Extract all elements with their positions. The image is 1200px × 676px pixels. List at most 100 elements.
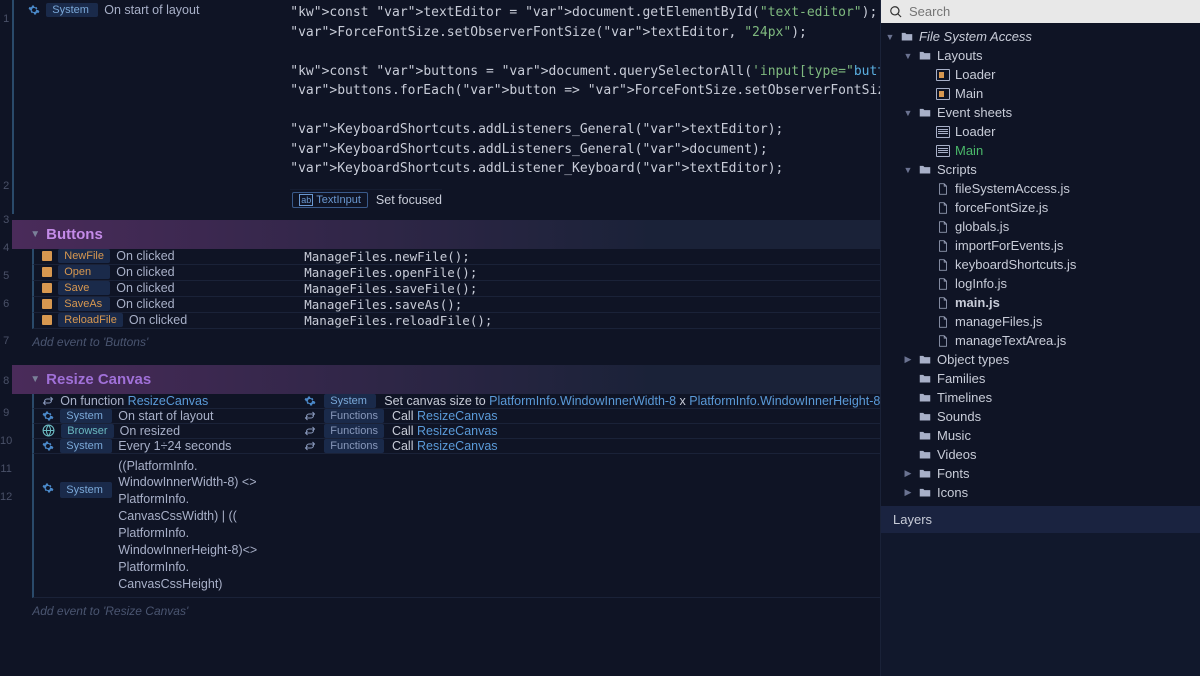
- gear-icon: [42, 440, 54, 452]
- event-sheet-content: System On start of layout "kw">const "va…: [12, 0, 880, 676]
- expand-icon[interactable]: ▼: [885, 32, 895, 42]
- tree-item[interactable]: Families: [881, 369, 1200, 388]
- function-icon: [304, 425, 316, 437]
- tree-item[interactable]: main.js: [881, 293, 1200, 312]
- layers-panel-title[interactable]: Layers: [881, 506, 1200, 533]
- condition-text: On clicked: [129, 313, 187, 327]
- tree-item[interactable]: ▶Object types: [881, 350, 1200, 369]
- tree-label: Sounds: [937, 409, 981, 424]
- expand-icon[interactable]: ▼: [903, 51, 913, 61]
- tree-item[interactable]: forceFontSize.js: [881, 198, 1200, 217]
- tree-item[interactable]: globals.js: [881, 217, 1200, 236]
- object-textinput: ab TextInput: [292, 192, 368, 208]
- tree-item[interactable]: Sounds: [881, 407, 1200, 426]
- condition-text: On start of layout: [104, 3, 199, 17]
- gear-icon: [28, 4, 40, 16]
- tree-item[interactable]: ▶ Fonts: [881, 464, 1200, 483]
- object-system: System: [324, 394, 376, 408]
- tree-item[interactable]: Music: [881, 426, 1200, 445]
- event-row[interactable]: SaveAs On clicked ManageFiles.saveAs();: [32, 297, 880, 313]
- event-row[interactable]: System Every 1÷24 seconds Functions Call…: [32, 439, 880, 454]
- event-row[interactable]: NewFile On clicked ManageFiles.newFile()…: [32, 249, 880, 265]
- event-row[interactable]: System On start of layout "kw">const "va…: [12, 0, 880, 214]
- tree-item[interactable]: Timelines: [881, 388, 1200, 407]
- folder-icon: [918, 391, 932, 405]
- project-tree[interactable]: ▼File System Access ▼Layouts Loader Main…: [881, 23, 1200, 506]
- folder-icon: [918, 448, 932, 462]
- file-icon: [936, 296, 950, 310]
- script-action[interactable]: "kw">const "var">textEditor = "var">docu…: [290, 3, 880, 179]
- group-header-buttons[interactable]: ▼ Buttons: [12, 220, 880, 249]
- tree-label: manageTextArea.js: [955, 333, 1066, 348]
- tree-item[interactable]: Loader: [881, 122, 1200, 141]
- eventsheet-icon: [936, 145, 950, 157]
- action-text: Call ResizeCanvas: [392, 439, 498, 453]
- action-text: Set canvas size to PlatformInfo.WindowIn…: [384, 394, 880, 408]
- gear-icon: [304, 395, 316, 407]
- tree-label: keyboardShortcuts.js: [955, 257, 1076, 272]
- object-system: System: [46, 3, 98, 17]
- tree-item[interactable]: Videos: [881, 445, 1200, 464]
- tree-item[interactable]: manageTextArea.js: [881, 331, 1200, 350]
- event-row[interactable]: System On start of layout Functions Call…: [32, 409, 880, 424]
- expand-icon[interactable]: ▼: [903, 165, 913, 175]
- object-button: NewFile: [58, 249, 110, 263]
- expand-icon[interactable]: ▶: [903, 487, 913, 498]
- add-event-link[interactable]: Add event to 'Buttons' Add to 'Buttons'…: [12, 329, 880, 359]
- tree-item[interactable]: importForEvents.js: [881, 236, 1200, 255]
- tree-label: Scripts: [937, 162, 977, 177]
- tree-item[interactable]: ▼ Scripts: [881, 160, 1200, 179]
- tree-item[interactable]: Loader: [881, 65, 1200, 84]
- event-row[interactable]: Open On clicked ManageFiles.openFile();: [32, 265, 880, 281]
- tree-label: Loader: [955, 67, 995, 82]
- action-text: Set focused: [376, 193, 442, 207]
- file-icon: [936, 277, 950, 291]
- event-row[interactable]: System ((PlatformInfo. WindowInnerWidth-…: [32, 454, 880, 598]
- expand-icon[interactable]: ▼: [903, 108, 913, 118]
- folder-icon: [900, 30, 914, 44]
- object-functions: Functions: [324, 424, 384, 438]
- tree-item[interactable]: Main: [881, 84, 1200, 103]
- file-icon: [936, 334, 950, 348]
- event-row-function[interactable]: On function ResizeCanvas System Set canv…: [32, 394, 880, 409]
- button-icon: [42, 315, 52, 325]
- event-row[interactable]: ReloadFile On clicked ManageFiles.reload…: [32, 313, 880, 329]
- tree-label: Music: [937, 428, 971, 443]
- tree-item[interactable]: ▶Icons: [881, 483, 1200, 502]
- function-icon: [304, 410, 316, 422]
- action-text: Call ResizeCanvas: [392, 409, 498, 423]
- tree-label: main.js: [955, 295, 1000, 310]
- tree-item[interactable]: manageFiles.js: [881, 312, 1200, 331]
- tree-item[interactable]: logInfo.js: [881, 274, 1200, 293]
- object-button: ReloadFile: [58, 313, 123, 327]
- folder-icon: [918, 163, 932, 177]
- add-event-link[interactable]: Add event to 'Resize Canvas' Add to 'Res…: [12, 598, 880, 628]
- button-icon: [42, 267, 52, 277]
- tree-item[interactable]: ▼Event sheets: [881, 103, 1200, 122]
- tree-label: Fonts: [937, 466, 970, 481]
- expand-icon[interactable]: ▶: [903, 468, 913, 479]
- tree-item[interactable]: Main: [881, 141, 1200, 160]
- tree-item[interactable]: ▼Layouts: [881, 46, 1200, 65]
- file-icon: [936, 239, 950, 253]
- tree-item[interactable]: keyboardShortcuts.js: [881, 255, 1200, 274]
- action-text: ManageFiles.newFile();: [304, 249, 470, 264]
- condition-text: On clicked: [116, 281, 174, 295]
- eventsheet-icon: [936, 126, 950, 138]
- search-bar[interactable]: [881, 0, 1200, 23]
- group-header-resize[interactable]: ▼ Resize Canvas: [12, 365, 880, 394]
- tree-label: importForEvents.js: [955, 238, 1063, 253]
- object-button: SaveAs: [58, 297, 110, 311]
- search-input[interactable]: [909, 4, 1192, 19]
- sub-action[interactable]: ab TextInput Set focused: [290, 189, 442, 211]
- tree-label: Main: [955, 86, 983, 101]
- tree-item[interactable]: ▼File System Access: [881, 27, 1200, 46]
- file-icon: [936, 258, 950, 272]
- gear-icon: [42, 410, 54, 422]
- expand-icon[interactable]: ▶: [903, 354, 913, 365]
- folder-icon: [918, 106, 932, 120]
- tree-item[interactable]: fileSystemAccess.js: [881, 179, 1200, 198]
- event-row[interactable]: Browser On resized Functions Call Resize…: [32, 424, 880, 439]
- event-row[interactable]: Save On clicked ManageFiles.saveFile();: [32, 281, 880, 297]
- folder-icon: [918, 486, 932, 500]
